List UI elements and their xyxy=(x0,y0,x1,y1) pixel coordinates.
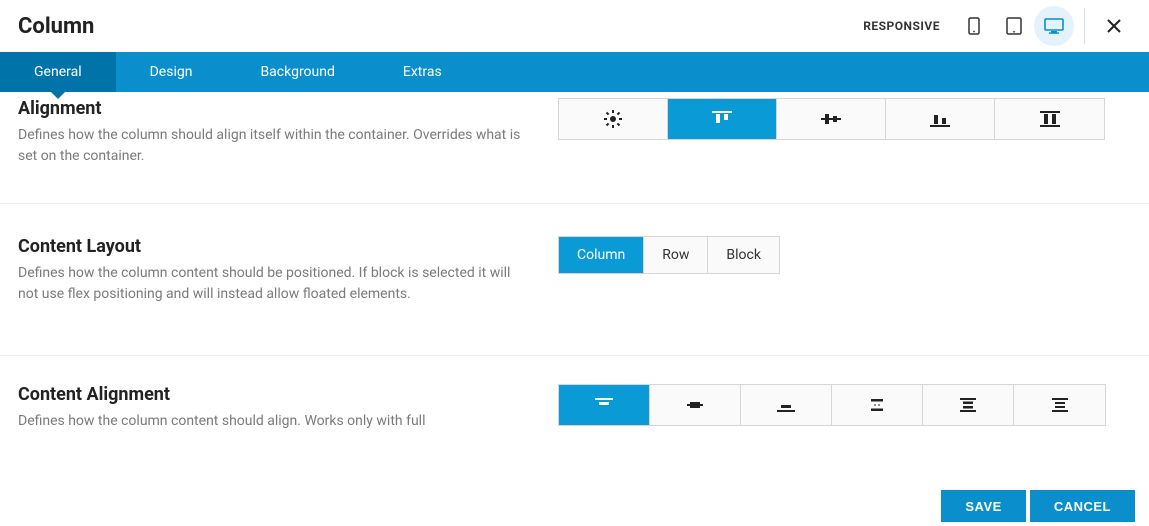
space-around-icon xyxy=(958,397,978,413)
calign-space-around-button[interactable] xyxy=(923,385,1014,425)
tab-general[interactable]: General xyxy=(0,52,116,92)
alignment-stretch-button[interactable] xyxy=(995,99,1104,139)
space-between-icon xyxy=(867,397,887,413)
header-controls: RESPONSIVE xyxy=(863,6,1129,46)
content-alignment-title: Content Alignment xyxy=(18,384,528,405)
calign-center-button[interactable] xyxy=(650,385,741,425)
content-alignment-options xyxy=(558,384,1106,426)
alignment-center-button[interactable] xyxy=(777,99,886,139)
tab-extras[interactable]: Extras xyxy=(369,52,476,92)
header-divider xyxy=(1084,8,1085,44)
align-stretch-icon xyxy=(1039,110,1061,128)
alignment-options xyxy=(558,98,1105,140)
alignment-bottom-button[interactable] xyxy=(886,99,995,139)
calign-space-evenly-button[interactable] xyxy=(1014,385,1105,425)
tab-bar: General Design Background Extras xyxy=(0,52,1149,92)
responsive-label: RESPONSIVE xyxy=(863,19,940,33)
content-top-icon xyxy=(594,397,614,413)
layout-block-button[interactable]: Block xyxy=(708,237,779,273)
tab-background[interactable]: Background xyxy=(226,52,368,92)
close-button[interactable] xyxy=(1099,11,1129,41)
section-content-layout: Content Layout Defines how the column co… xyxy=(0,204,1149,356)
close-icon xyxy=(1107,19,1121,33)
content-layout-options: Column Row Block xyxy=(558,236,780,274)
calign-space-between-button[interactable] xyxy=(832,385,923,425)
tablet-icon xyxy=(1006,17,1022,35)
content-bottom-icon xyxy=(776,397,796,413)
content-center-icon xyxy=(685,397,705,413)
phone-icon xyxy=(968,17,980,35)
device-phone-button[interactable] xyxy=(954,6,994,46)
layout-column-button[interactable]: Column xyxy=(559,237,644,273)
align-center-icon xyxy=(820,110,842,128)
space-evenly-icon xyxy=(1050,397,1070,413)
section-alignment: Alignment Defines how the column should … xyxy=(0,92,1149,204)
footer: SAVE CANCEL xyxy=(0,486,1149,526)
content-alignment-desc: Defines how the column content should al… xyxy=(18,411,528,432)
alignment-auto-button[interactable] xyxy=(559,99,668,139)
align-top-icon xyxy=(711,110,733,128)
desktop-icon xyxy=(1044,18,1064,34)
device-desktop-button[interactable] xyxy=(1034,6,1074,46)
alignment-top-button[interactable] xyxy=(668,99,777,139)
cancel-button[interactable]: CANCEL xyxy=(1030,490,1135,522)
calign-bottom-button[interactable] xyxy=(741,385,832,425)
alignment-title: Alignment xyxy=(18,98,528,119)
device-tablet-button[interactable] xyxy=(994,6,1034,46)
save-button[interactable]: SAVE xyxy=(941,490,1025,522)
content-wrapper: Alignment Defines how the column should … xyxy=(0,92,1149,486)
page-title: Column xyxy=(18,14,94,39)
settings-content[interactable]: Alignment Defines how the column should … xyxy=(0,92,1149,486)
calign-top-button[interactable] xyxy=(559,385,650,425)
alignment-desc: Defines how the column should align itse… xyxy=(18,125,528,167)
section-content-alignment: Content Alignment Defines how the column… xyxy=(0,356,1149,442)
header: Column RESPONSIVE xyxy=(0,0,1149,52)
layout-row-button[interactable]: Row xyxy=(644,237,708,273)
content-layout-desc: Defines how the column content should be… xyxy=(18,263,528,305)
tab-design[interactable]: Design xyxy=(116,52,227,92)
content-layout-title: Content Layout xyxy=(18,236,528,257)
gear-icon xyxy=(603,109,623,129)
align-bottom-icon xyxy=(929,110,951,128)
